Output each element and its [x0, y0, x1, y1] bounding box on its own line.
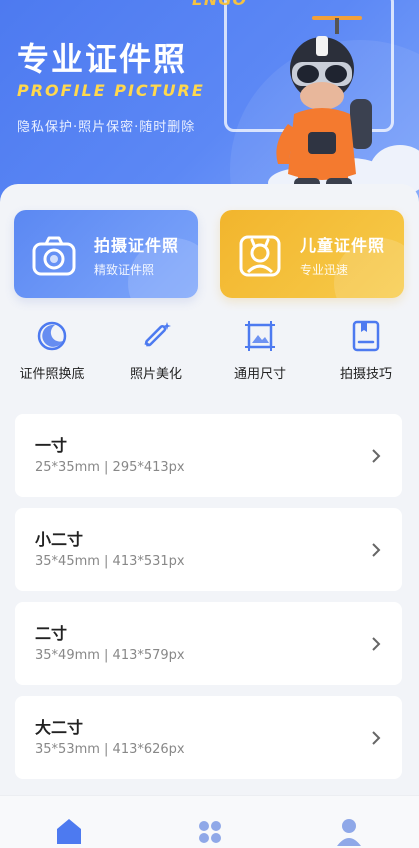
- tool-common-sizes[interactable]: 通用尺寸: [215, 319, 305, 382]
- astronaut-mascot-icon: [276, 16, 372, 190]
- camera-icon: [32, 236, 76, 276]
- feature-title: 拍摄证件照: [94, 236, 180, 255]
- tool-photo-beautify[interactable]: 照片美化: [111, 319, 201, 382]
- size-item-2inch[interactable]: 二寸 35*49mm | 413*579px: [15, 602, 402, 685]
- tool-label: 证件照换底: [19, 367, 85, 382]
- chevron-right-icon: [372, 449, 381, 463]
- size-dimensions: 35*53mm | 413*626px: [35, 742, 185, 757]
- user-icon[interactable]: [334, 816, 364, 846]
- chevron-right-icon: [372, 637, 381, 651]
- tool-label: 通用尺寸: [233, 367, 286, 382]
- size-item-small-2inch[interactable]: 小二寸 35*45mm | 413*531px: [15, 508, 402, 591]
- page-subtitle-en: PROFILE PICTURE: [17, 81, 205, 100]
- page-title: 专业证件照: [17, 40, 188, 78]
- bottom-nav: [0, 795, 419, 848]
- tool-label: 照片美化: [129, 367, 182, 382]
- take-id-photo-card[interactable]: 拍摄证件照 精致证件照: [14, 210, 198, 298]
- feature-title: 儿童证件照: [300, 236, 386, 255]
- child-id-photo-card[interactable]: 儿童证件照 专业迅速: [220, 210, 404, 298]
- magic-wand-icon: [144, 322, 171, 347]
- chevron-right-icon: [372, 543, 381, 557]
- tool-shooting-tips[interactable]: 拍摄技巧: [321, 319, 411, 382]
- size-frame-icon: [245, 321, 275, 351]
- chevron-right-icon: [372, 731, 381, 745]
- tools-row: 证件照换底 照片美化 通用尺寸 拍摄技巧: [0, 319, 419, 389]
- hero-corner-text: ENGO: [192, 0, 247, 9]
- grid-icon[interactable]: [195, 816, 225, 846]
- tool-label: 拍摄技巧: [339, 367, 392, 382]
- child-portrait-icon: [239, 235, 281, 277]
- size-dimensions: 35*49mm | 413*579px: [35, 648, 185, 663]
- size-name: 一寸: [35, 436, 68, 455]
- feature-subtitle: 专业迅速: [300, 263, 349, 277]
- hero-tagline: 隐私保护·照片保密·随时删除: [17, 120, 196, 135]
- size-name: 小二寸: [35, 530, 84, 549]
- hero-banner: ENGO 专业证件照 PROFILE PICTURE 隐私保护·照片保密·随时删…: [0, 0, 419, 215]
- size-dimensions: 35*45mm | 413*531px: [35, 554, 185, 569]
- tips-book-icon: [352, 320, 380, 352]
- main-sheet: 拍摄证件照 精致证件照 儿童证件照 专业迅速 证件照换底 照片美化 通用尺寸 拍…: [0, 184, 419, 848]
- size-name: 二寸: [35, 624, 68, 643]
- size-item-large-2inch[interactable]: 大二寸 35*53mm | 413*626px: [15, 696, 402, 779]
- tool-background-change[interactable]: 证件照换底: [7, 319, 97, 382]
- size-name: 大二寸: [35, 718, 84, 737]
- feature-subtitle: 精致证件照: [94, 263, 155, 277]
- moon-icon: [37, 321, 67, 351]
- size-item-1inch[interactable]: 一寸 25*35mm | 295*413px: [15, 414, 402, 497]
- size-dimensions: 25*35mm | 295*413px: [35, 460, 185, 475]
- home-icon[interactable]: [54, 816, 84, 846]
